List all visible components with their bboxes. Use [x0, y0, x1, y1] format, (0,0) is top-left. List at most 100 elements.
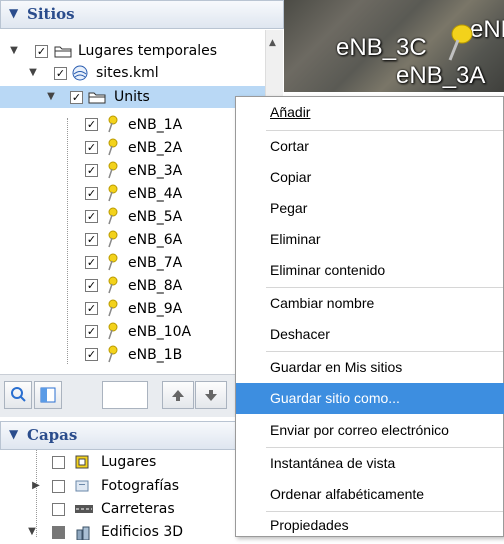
layer-label: Lugares: [101, 454, 157, 470]
menu-item-label: Pegar: [270, 200, 308, 216]
checkbox[interactable]: ✓: [85, 118, 98, 131]
tree-label: eNB_4A: [128, 186, 183, 202]
checkbox[interactable]: ✓: [85, 279, 98, 292]
checkbox[interactable]: ✓: [70, 91, 83, 104]
tree-label: Units: [114, 89, 150, 105]
menu-item-cut[interactable]: Cortar: [236, 131, 504, 162]
layer-row-roads[interactable]: ✓ Carreteras: [40, 497, 230, 521]
tree-label: eNB_7A: [128, 255, 183, 271]
checkbox[interactable]: ✓: [85, 233, 98, 246]
search-button[interactable]: [4, 381, 32, 409]
tree-label: sites.kml: [96, 65, 159, 81]
folder-icon: [54, 46, 72, 58]
map-placemark-label[interactable]: eNB: [470, 16, 504, 44]
pushpin-icon: [108, 253, 118, 271]
checkbox[interactable]: ✓: [85, 164, 98, 177]
layer-label: Edificios 3D: [101, 524, 184, 540]
arrow-up-icon: [172, 390, 184, 401]
layer-label: Fotografías: [101, 478, 180, 494]
menu-item-rename[interactable]: Cambiar nombre: [236, 288, 504, 319]
pushpin-icon: [108, 299, 118, 317]
tree-label: eNB_1B: [128, 347, 183, 363]
menu-item-save-to-my-places[interactable]: Guardar en Mis sitios: [236, 352, 504, 383]
expand-arrow-icon[interactable]: ▶: [30, 474, 42, 498]
tree-label: eNB_1A: [128, 117, 183, 133]
layer-row-photos[interactable]: ▶ ✓ Fotografías: [32, 474, 230, 498]
menu-item-delete[interactable]: Eliminar: [236, 224, 504, 255]
layer-row-places[interactable]: ✓ Lugares: [40, 450, 230, 474]
places-title: Sitios: [27, 5, 75, 23]
expand-arrow-icon[interactable]: ▼: [27, 62, 39, 84]
tree-label: eNB_3A: [128, 163, 183, 179]
menu-item-save-place-as[interactable]: Guardar sitio como...: [236, 383, 504, 414]
blank-field[interactable]: [102, 381, 148, 409]
panel-icon: [40, 387, 56, 403]
menu-item-undo[interactable]: Deshacer: [236, 319, 504, 350]
pushpin-icon[interactable]: [444, 22, 474, 62]
arrow-down-icon: [205, 390, 217, 401]
menu-item-sort-alphabetically[interactable]: Ordenar alfabéticamente: [236, 479, 504, 510]
checkbox[interactable]: ■: [52, 526, 65, 539]
tree-label: Lugares temporales: [78, 43, 218, 59]
menu-item-paste[interactable]: Pegar: [236, 193, 504, 224]
pushpin-icon: [108, 115, 118, 133]
collapse-triangle-icon[interactable]: ▼: [9, 6, 18, 20]
map-placemark-label[interactable]: eNB_3C: [336, 34, 427, 62]
menu-item-email[interactable]: Enviar por correo electrónico: [236, 415, 504, 446]
scroll-up-arrow-icon[interactable]: ▲: [269, 38, 276, 48]
pushpin-icon: [108, 276, 118, 294]
pushpin-icon: [108, 345, 118, 363]
places-header[interactable]: ▼ Sitios: [0, 0, 284, 29]
checkbox[interactable]: ✓: [52, 480, 65, 493]
checkbox[interactable]: ✓: [54, 67, 67, 80]
expand-arrow-icon[interactable]: ▼: [8, 40, 20, 62]
menu-item-label: Cambiar nombre: [270, 295, 375, 311]
buildings-layer-icon: [76, 526, 90, 540]
checkbox[interactable]: ✓: [52, 503, 65, 516]
tree-label: eNB_6A: [128, 232, 183, 248]
checkbox[interactable]: ✓: [52, 456, 65, 469]
map-placemark-label[interactable]: eNB_3A: [396, 62, 485, 90]
pushpin-icon: [108, 138, 118, 156]
move-up-button[interactable]: [162, 381, 194, 409]
folder-icon: [88, 92, 106, 104]
map-view[interactable]: eNB_3C eNB_3A eNB: [284, 0, 504, 92]
collapse-triangle-icon[interactable]: ▼: [9, 427, 18, 441]
photos-layer-icon: [75, 480, 89, 492]
tree-row-temporary-places[interactable]: ▼ ✓ Lugares temporales: [0, 40, 265, 62]
tree-label: eNB_8A: [128, 278, 183, 294]
checkbox[interactable]: ✓: [85, 256, 98, 269]
pushpin-icon: [108, 230, 118, 248]
pushpin-icon: [108, 322, 118, 340]
menu-item-label: Cortar: [270, 138, 309, 154]
menu-item-copy[interactable]: Copiar: [236, 162, 504, 193]
menu-item-label: Copiar: [270, 169, 312, 185]
checkbox[interactable]: ✓: [85, 141, 98, 154]
menu-item-label: Propiedades: [270, 517, 349, 533]
expand-arrow-icon[interactable]: ▼: [45, 86, 57, 108]
checkbox[interactable]: ✓: [85, 325, 98, 338]
expand-arrow-icon[interactable]: ▼: [26, 520, 38, 544]
pushpin-icon: [108, 161, 118, 179]
tree-row-units[interactable]: ▼ ✓ Units: [0, 86, 265, 108]
checkbox[interactable]: ✓: [85, 302, 98, 315]
layer-row-3d-buildings[interactable]: ▼ ■ Edificios 3D: [28, 520, 230, 544]
checkbox[interactable]: ✓: [35, 45, 48, 58]
tree-connector: [67, 118, 68, 364]
move-down-button[interactable]: [195, 381, 227, 409]
checkbox[interactable]: ✓: [85, 187, 98, 200]
checkbox[interactable]: ✓: [85, 210, 98, 223]
menu-item-delete-contents[interactable]: Eliminar contenido: [236, 255, 504, 286]
layer-label: Carreteras: [101, 501, 175, 517]
menu-item-snapshot-view[interactable]: Instantánea de vista: [236, 448, 504, 479]
checkbox[interactable]: ✓: [85, 348, 98, 361]
menu-item-label: Instantánea de vista: [270, 455, 396, 471]
menu-item-label: Eliminar: [270, 231, 321, 247]
panel-toggle-button[interactable]: [34, 381, 62, 409]
menu-item-add[interactable]: Añadir: [236, 97, 504, 128]
menu-item-properties[interactable]: Propiedades: [236, 510, 504, 541]
tree-label: eNB_10A: [128, 324, 192, 340]
tree-row-sites-kml[interactable]: ▼ ✓ sites.kml: [0, 62, 265, 84]
tree-label: eNB_5A: [128, 209, 183, 225]
pushpin-icon: [108, 207, 118, 225]
